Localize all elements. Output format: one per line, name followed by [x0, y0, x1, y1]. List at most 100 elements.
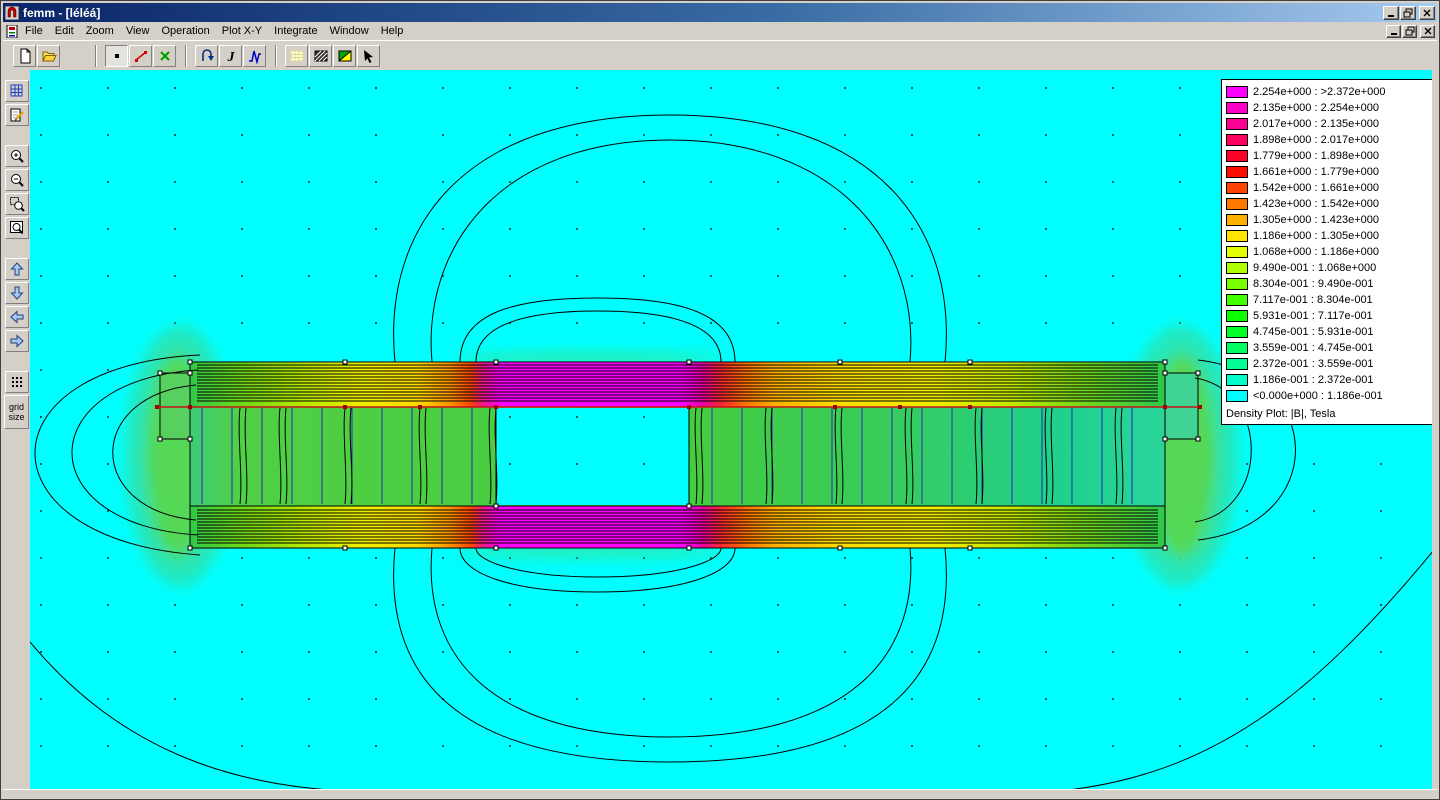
legend-row: 2.254e+000 : >2.372e+000 [1226, 84, 1430, 100]
legend-swatch [1226, 182, 1248, 194]
legend-swatch [1226, 310, 1248, 322]
block-mode-button[interactable] [153, 44, 176, 67]
density-plot-options-button[interactable] [309, 44, 332, 67]
pan-down-button[interactable] [4, 282, 29, 304]
legend-row: 4.745e-001 : 5.931e-001 [1226, 324, 1430, 340]
legend-swatch [1226, 358, 1248, 370]
mesh-window-button[interactable] [4, 80, 29, 102]
zoom-out-button[interactable] [4, 169, 29, 191]
zoom-in-button[interactable] [4, 145, 29, 167]
integral-j-icon: J [226, 50, 235, 64]
plot-xy-button[interactable] [243, 44, 266, 67]
menu-item[interactable]: Operation [155, 23, 215, 39]
zoom-extents-icon [9, 221, 23, 235]
green-yellow-icon [338, 50, 351, 61]
point-values-mode-button[interactable] [105, 44, 128, 67]
menu-item[interactable]: Window [324, 23, 375, 39]
legend-row: 2.135e+000 : 2.254e+000 [1226, 100, 1430, 116]
density-legend: 2.254e+000 : >2.372e+000 2.135e+000 : 2.… [1221, 79, 1433, 425]
toolbar-separator [185, 44, 187, 67]
open-folder-icon [41, 51, 57, 61]
edit-pad-button[interactable] [4, 104, 29, 126]
grid-size-button[interactable]: grid size [4, 395, 29, 429]
legend-row: <0.000e+000 : 1.186e-001 [1226, 388, 1430, 404]
pale-mesh-icon [290, 50, 303, 61]
legend-label: 1.186e+000 : 1.305e+000 [1253, 230, 1380, 242]
legend-label: 1.305e+000 : 1.423e+000 [1253, 214, 1380, 226]
open-file-button[interactable] [37, 44, 60, 67]
legend-label: 1.898e+000 : 2.017e+000 [1253, 134, 1380, 146]
mdi-close-icon [1424, 27, 1431, 35]
legend-swatch [1226, 246, 1248, 258]
toolbar-separator [95, 44, 97, 67]
legend-row: 8.304e-001 : 9.490e-001 [1226, 276, 1430, 292]
density-stripes-icon [314, 50, 327, 61]
legend-label: 1.423e+000 : 1.542e+000 [1253, 198, 1380, 210]
legend-row: 3.559e-001 : 4.745e-001 [1226, 340, 1430, 356]
menu-item[interactable]: Edit [49, 23, 80, 39]
title-bar[interactable]: femm - [léléá] [3, 3, 1437, 22]
legend-label: 4.745e-001 : 5.931e-001 [1253, 326, 1374, 338]
menu: File Edit Zoom View Operation Plot X-Y Integra… [19, 23, 409, 39]
legend-label: 5.931e-001 : 7.117e-001 [1253, 310, 1373, 322]
pan-right-button[interactable] [4, 330, 29, 352]
zoom-window-icon [9, 197, 25, 212]
zoom-window-button[interactable] [4, 193, 29, 215]
edit-pad-icon [10, 108, 24, 122]
legend-swatch [1226, 262, 1248, 274]
contour-mode-button[interactable] [129, 44, 152, 67]
legend-row: 1.186e+000 : 1.305e+000 [1226, 228, 1430, 244]
menu-item[interactable]: Zoom [80, 23, 120, 39]
mdi-minimize-button[interactable] [1386, 24, 1401, 38]
close-button[interactable] [1419, 5, 1435, 20]
document-icon[interactable] [6, 24, 19, 38]
new-document-button[interactable] [13, 44, 36, 67]
pan-up-icon [9, 262, 24, 276]
mesh-toggle-button[interactable] [285, 44, 308, 67]
menu-item[interactable]: Integrate [268, 23, 323, 39]
menu-item[interactable]: View [120, 23, 156, 39]
legend-label: 7.117e-001 : 8.304e-001 [1253, 294, 1373, 306]
legend-swatch [1226, 342, 1248, 354]
legend-title: Density Plot: |B|, Tesla [1226, 408, 1336, 420]
legend-swatch [1226, 294, 1248, 306]
grid-dots-icon [11, 377, 22, 387]
legend-swatch [1226, 102, 1248, 114]
zoom-extents-button[interactable] [4, 217, 29, 239]
point-mode-icon [114, 53, 119, 58]
legend-row: 1.898e+000 : 2.017e+000 [1226, 132, 1430, 148]
pan-up-button[interactable] [4, 258, 29, 280]
minimize-button[interactable] [1383, 5, 1399, 20]
contour-line-icon [134, 50, 147, 62]
pointer-button[interactable] [357, 44, 380, 67]
flip-operation-button[interactable] [195, 44, 218, 67]
pan-down-icon [9, 286, 24, 300]
legend-swatch [1226, 118, 1248, 130]
line-integral-button[interactable]: J [219, 44, 242, 67]
mdi-restore-button[interactable] [1402, 24, 1417, 38]
block-cross-icon [159, 50, 170, 61]
legend-swatch [1226, 86, 1248, 98]
menu-item[interactable]: Plot X-Y [216, 23, 268, 39]
legend-label: <0.000e+000 : 1.186e-001 [1253, 390, 1383, 402]
mdi-close-button[interactable] [1420, 24, 1435, 38]
legend-swatch [1226, 214, 1248, 226]
menu-item[interactable]: Help [375, 23, 410, 39]
legend-swatch [1226, 150, 1248, 162]
menu-item[interactable]: File [19, 23, 49, 39]
legend-label: 1.068e+000 : 1.186e+000 [1253, 246, 1380, 258]
legend-label: 9.490e-001 : 1.068e+000 [1253, 262, 1377, 274]
status-bar [3, 789, 1437, 797]
restore-button[interactable] [1400, 5, 1416, 20]
pan-left-button[interactable] [4, 306, 29, 328]
plot-canvas[interactable]: 2.254e+000 : >2.372e+000 2.135e+000 : 2.… [30, 70, 1434, 791]
legend-row: 1.068e+000 : 1.186e+000 [1226, 244, 1430, 260]
vector-plot-options-button[interactable] [333, 44, 356, 67]
new-document-icon [20, 48, 30, 63]
window-title: femm - [léléá] [23, 5, 101, 20]
grid-dots-button[interactable] [4, 371, 29, 393]
legend-row: 2.372e-001 : 3.559e-001 [1226, 356, 1430, 372]
svg-text:J: J [226, 50, 235, 64]
pointer-arrow-icon [363, 49, 373, 63]
legend-row: 1.186e-001 : 2.372e-001 [1226, 372, 1430, 388]
